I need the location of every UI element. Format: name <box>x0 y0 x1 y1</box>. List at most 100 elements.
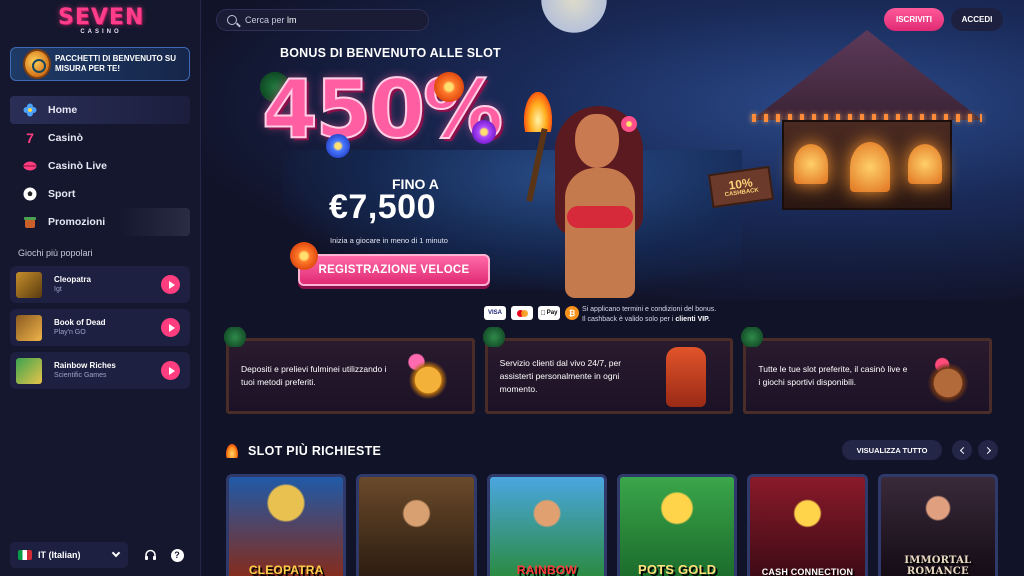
play-button[interactable] <box>161 318 180 337</box>
welcome-packages-banner[interactable]: PACCHETTI DI BENVENUTO SU MISURA PER TE! <box>10 47 190 81</box>
slot-card-pots-of-gold[interactable]: POTS GOLD <box>616 474 738 576</box>
language-label: IT (Italian) <box>38 550 81 560</box>
language-selector[interactable]: IT (Italian) <box>10 542 128 568</box>
hero-hint: Inizia a giocare in meno di 1 minuto <box>330 236 448 245</box>
game-provider: Scientific Games <box>54 372 107 379</box>
slot-card-rainbow-riches[interactable]: RAINBOW <box>486 474 607 576</box>
popular-game-item[interactable]: Book of Dead Play'n GO <box>10 309 190 346</box>
seven-icon: 7 <box>26 130 34 146</box>
payment-methods: VISA Pay ₿ <box>484 306 579 320</box>
chevron-down-icon <box>111 548 121 558</box>
sidebar-item-label: Home <box>48 104 78 116</box>
play-button[interactable] <box>161 361 180 380</box>
hero-title: BONUS DI BENVENUTO ALLE SLOT <box>280 46 501 60</box>
sidebar-item-label: Casinò <box>48 132 84 144</box>
feature-text: Servizio clienti dal vivo 24/7, per assi… <box>499 357 622 394</box>
home-flower-icon <box>22 102 38 118</box>
slot-title: POTS GOLD <box>637 562 717 576</box>
play-button[interactable] <box>161 275 180 294</box>
chevron-left-icon <box>959 446 967 454</box>
brand-name: SEVEN <box>58 5 145 30</box>
flower-decoration <box>434 72 464 102</box>
soccer-ball-icon <box>22 186 38 202</box>
main-content: 10% CASHBACK BONUS DI BENVENUTO ALLE SLO… <box>202 0 1024 576</box>
gift-coin-icon <box>23 49 51 79</box>
coconut-drink-icon <box>919 347 978 407</box>
sidebar-item-label: Promozioni <box>48 216 106 228</box>
game-name: Cleopatra <box>54 275 91 284</box>
sidebar-item-sport[interactable]: Sport <box>10 180 190 208</box>
carousel-next-button[interactable] <box>978 440 998 460</box>
popular-games-label: Giochi più popolari <box>18 248 93 258</box>
tiki-gift-icon <box>22 214 38 230</box>
sidebar-item-casino[interactable]: 7 Casinò <box>10 124 190 152</box>
view-all-button[interactable]: VISUALIZZA TUTTO <box>842 440 942 460</box>
slot-card-cleopatra[interactable]: CLEOPATRA <box>226 474 347 576</box>
tiki-mask-icon <box>666 347 707 407</box>
game-name: Book of Dead <box>54 318 106 327</box>
live-lips-icon <box>22 158 38 174</box>
slots-carousel: CLEOPATRA RAINBOW POTS GOLD CASH CONNECT… <box>226 474 998 576</box>
slot-title: CLEOPATRA <box>248 563 324 576</box>
hero-banner[interactable]: BONUS DI BENVENUTO ALLE SLOT 450% FINO A… <box>202 0 582 300</box>
bonus-percent: 450% <box>261 63 504 157</box>
game-thumbnail <box>16 271 42 298</box>
apple-pay-icon: Pay <box>538 306 560 320</box>
sidebar-item-home[interactable]: Home <box>10 96 190 124</box>
slot-card-immortal-romance[interactable]: IMMORTAL ROMANCE <box>877 474 998 576</box>
sidebar: SEVEN CASINO PACCHETTI DI BENVENUTO SU M… <box>0 0 201 576</box>
feature-card-payments: Depositi e prelievi fulminei utilizzando… <box>223 327 475 414</box>
game-thumbnail <box>16 357 42 384</box>
flower-decoration <box>290 242 318 270</box>
bitcoin-icon: ₿ <box>565 306 579 320</box>
feature-card-games: Tutte le tue slot preferite, il casinò l… <box>740 327 993 414</box>
slot-title: RAINBOW <box>516 563 577 576</box>
game-name: Rainbow Riches <box>54 361 116 370</box>
mastercard-icon <box>511 306 533 320</box>
chevron-right-icon <box>983 446 991 454</box>
apple-pay-label: Pay <box>544 310 558 316</box>
help-icon[interactable]: ? <box>164 542 190 568</box>
features-row: Depositi e prelievi fulminei utilizzando… <box>223 327 993 414</box>
slot-title: IMMORTAL ROMANCE <box>904 555 972 576</box>
popular-game-item[interactable]: Cleopatra Igt <box>10 266 190 303</box>
feature-text: Depositi e prelievi fulminei utilizzando… <box>241 364 387 387</box>
game-thumbnail <box>16 314 42 341</box>
feature-text: Tutte le tue slot preferite, il casinò l… <box>758 364 908 387</box>
brand-logo[interactable]: SEVEN CASINO <box>58 7 144 37</box>
slot-title: CASH CONNECTION <box>761 567 854 576</box>
italy-flag-icon <box>18 550 32 560</box>
game-provider: Igt <box>54 286 62 293</box>
popular-games-list: Cleopatra Igt Book of Dead Play'n GO Rai… <box>10 266 190 395</box>
sidebar-item-label: Sport <box>48 188 76 200</box>
promo-banner-text: PACCHETTI DI BENVENUTO SU MISURA PER TE! <box>55 54 177 73</box>
slot-card-book-of-dead[interactable] <box>356 474 477 576</box>
flower-decoration <box>472 120 496 144</box>
bonus-amount: €7,500 <box>329 188 436 226</box>
sidebar-item-promotions[interactable]: Promozioni <box>10 208 190 236</box>
tiki-hut-illustration <box>742 30 982 220</box>
feature-card-support: Servizio clienti dal vivo 24/7, per assi… <box>481 327 734 414</box>
popular-game-item[interactable]: Rainbow Riches Scientific Games <box>10 352 190 389</box>
quick-registration-button[interactable]: REGISTRAZIONE VELOCE <box>298 254 490 286</box>
slot-card-cash-connection[interactable]: CASH CONNECTION <box>747 474 868 576</box>
register-button[interactable]: ISCRIVITI <box>884 8 944 31</box>
search-text: Cerca per lm <box>245 15 297 25</box>
sidebar-item-label: Casinò Live <box>48 160 107 172</box>
section-title: SLOT PIÙ RICHIESTE <box>248 444 382 458</box>
game-provider: Play'n GO <box>54 329 86 336</box>
top-slots-header: SLOT PIÙ RICHIESTE VISUALIZZA TUTTO <box>226 440 998 462</box>
login-button[interactable]: ACCEDI <box>951 8 1003 31</box>
visa-icon: VISA <box>484 306 506 320</box>
sidebar-item-casino-live[interactable]: Casinò Live <box>10 152 190 180</box>
flower-decoration <box>326 134 350 158</box>
bonus-terms: Si applicano termini e condizioni del bo… <box>582 305 822 325</box>
search-value: lm <box>287 15 297 25</box>
vip-clients-link: clienti VIP. <box>675 316 710 323</box>
gold-coin-icon <box>401 347 460 407</box>
support-headset-icon[interactable] <box>137 542 163 568</box>
search-input[interactable]: Cerca per lm <box>216 9 429 31</box>
fire-icon <box>226 444 238 458</box>
terms-line-1: Si applicano termini e condizioni del bo… <box>582 306 717 313</box>
carousel-prev-button[interactable] <box>952 440 972 460</box>
